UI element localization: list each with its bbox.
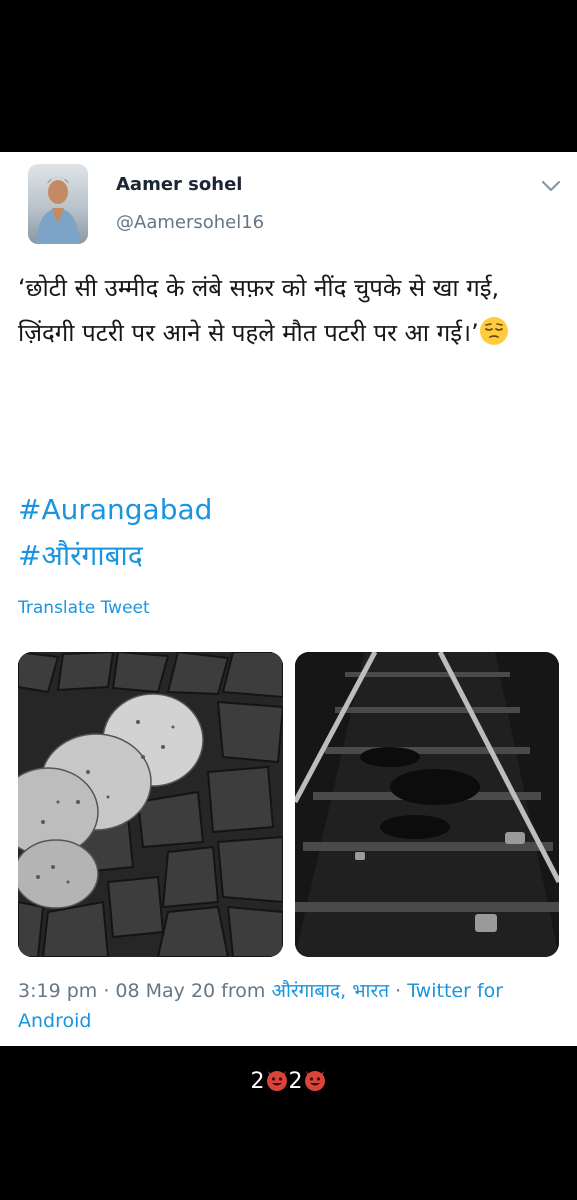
meta-separator: · <box>97 980 116 1002</box>
hashtag-link-aurangabad[interactable]: #Aurangabad <box>18 492 212 528</box>
meta-separator: · <box>389 980 408 1002</box>
display-name[interactable]: Aamer sohel <box>116 174 242 195</box>
tweet-date: 08 May 20 <box>115 980 216 1002</box>
hashtag-link-aurangabad-hindi[interactable]: #औरंगाबाद <box>18 538 143 574</box>
caption: 2 2 <box>0 1068 577 1094</box>
translate-tweet-link[interactable]: Translate Tweet <box>18 598 150 618</box>
photo-rotis-on-ballast[interactable] <box>18 652 283 957</box>
caption-text-a: 2 <box>250 1069 265 1094</box>
tweet-text-line-1: ‘छोटी सी उम्मीद के लंबे सफ़र को नींद चुप… <box>18 274 500 302</box>
from-label: from <box>221 980 266 1002</box>
tweet-time: 3:19 pm <box>18 980 98 1002</box>
tweet-meta: 3:19 pm · 08 May 20 from औरंगाबाद, भारत … <box>18 976 558 1036</box>
tweet-card: Aamer sohel @Aamersohel16 ‘छोटी सी उम्मी… <box>0 152 577 1046</box>
tweet-location-link[interactable]: औरंगाबाद, भारत <box>271 980 389 1002</box>
user-handle[interactable]: @Aamersohel16 <box>116 212 264 233</box>
caption-text-b: 2 <box>288 1069 303 1094</box>
tweet-text: ‘छोटी सी उम्मीद के लंबे सफ़र को नींद चुप… <box>18 266 563 356</box>
pensive-face-emoji <box>479 317 508 345</box>
devil-face-emoji <box>304 1071 325 1091</box>
chevron-down-icon[interactable] <box>540 178 562 194</box>
tweet-media <box>18 652 559 957</box>
tweet-text-line-2: ज़िंदगी पटरी पर आने से पहले मौत पटरी पर … <box>18 319 479 347</box>
avatar[interactable] <box>28 164 88 244</box>
photo-railway-track[interactable] <box>295 652 559 957</box>
devil-face-emoji <box>266 1071 287 1091</box>
